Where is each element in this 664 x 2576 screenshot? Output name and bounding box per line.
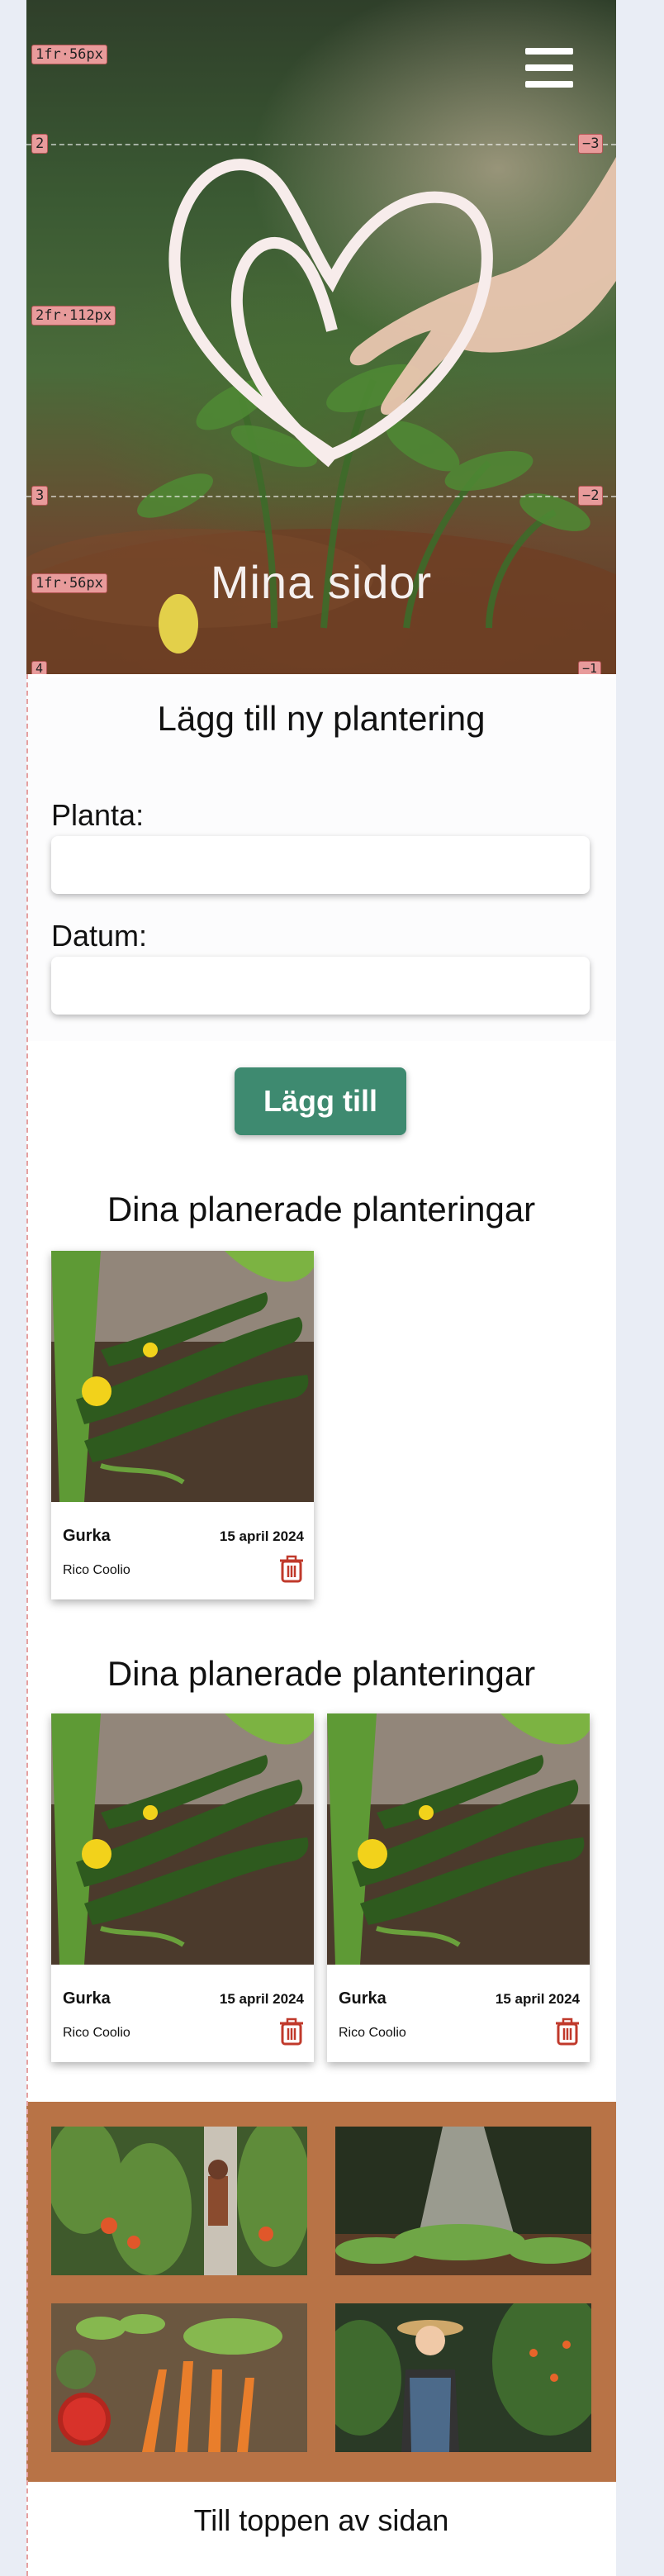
grid-tag-neg3: −3 bbox=[578, 134, 604, 154]
gallery-image-vegetables bbox=[51, 2303, 307, 2452]
plant-name: Gurka bbox=[339, 1989, 387, 2008]
date-label: Datum: bbox=[51, 919, 148, 953]
photo-gallery bbox=[26, 2102, 616, 2482]
grid-tag-row3: 1fr·56px bbox=[31, 573, 107, 593]
page-title: Mina sidor bbox=[210, 556, 433, 608]
grid-tag-line3: 3 bbox=[31, 486, 49, 506]
grid-tag-neg2: −2 bbox=[578, 486, 604, 506]
planting-card: Gurka 15 april 2024 Rico Coolio bbox=[51, 1251, 314, 1599]
planned-plantings-title-2: Dina planerade planteringar bbox=[107, 1654, 536, 1693]
grid-tag-row1: 1fr·56px bbox=[31, 45, 107, 64]
grid-tag-line4: 4 bbox=[31, 661, 48, 674]
date-input[interactable] bbox=[51, 957, 590, 1015]
plant-date: 15 april 2024 bbox=[495, 1991, 580, 2007]
plant-name: Gurka bbox=[63, 1527, 111, 1545]
cucumber-image bbox=[51, 1251, 314, 1502]
plant-label: Planta: bbox=[51, 798, 145, 832]
grid-guide-line bbox=[26, 674, 28, 2576]
plant-input[interactable] bbox=[51, 836, 590, 894]
logo-icon bbox=[168, 159, 493, 468]
planned-plantings-title: Dina planerade planteringar bbox=[107, 1190, 536, 1229]
grid-line-3 bbox=[26, 496, 616, 497]
trash-icon[interactable] bbox=[279, 2018, 304, 2046]
cucumber-image bbox=[327, 1713, 590, 1965]
plant-name: Gurka bbox=[63, 1989, 111, 2008]
planting-card: Gurka 15 april 2024 Rico Coolio bbox=[327, 1713, 590, 2062]
grid-tag-row2: 2fr·112px bbox=[31, 306, 116, 326]
grid-tag-neg1: −1 bbox=[578, 661, 602, 674]
plant-owner: Rico Coolio bbox=[63, 1563, 130, 1577]
trash-icon[interactable] bbox=[279, 1555, 304, 1583]
plant-date: 15 april 2024 bbox=[219, 1528, 304, 1544]
gallery-image-watering bbox=[335, 2127, 591, 2275]
hero-banner: Mina sidor 1fr·56px 2 2fr·112px 3 1fr·56… bbox=[26, 0, 616, 674]
grid-tag-line2: 2 bbox=[31, 134, 49, 154]
plant-date: 15 april 2024 bbox=[219, 1991, 304, 2007]
hamburger-menu-icon[interactable] bbox=[525, 48, 573, 88]
back-to-top-link[interactable]: Till toppen av sidan bbox=[26, 2503, 616, 2538]
plant-owner: Rico Coolio bbox=[63, 2026, 130, 2040]
gallery-image-greenhouse bbox=[51, 2127, 307, 2275]
planting-card: Gurka 15 april 2024 Rico Coolio bbox=[51, 1713, 314, 2062]
trash-icon[interactable] bbox=[555, 2018, 580, 2046]
add-button[interactable]: Lägg till bbox=[235, 1067, 406, 1135]
page: Mina sidor 1fr·56px 2 2fr·112px 3 1fr·56… bbox=[26, 0, 616, 2576]
form-title: Lägg till ny plantering bbox=[157, 699, 486, 738]
cucumber-image bbox=[51, 1713, 314, 1965]
plant-owner: Rico Coolio bbox=[339, 2026, 406, 2040]
gallery-image-farmer bbox=[335, 2303, 591, 2452]
